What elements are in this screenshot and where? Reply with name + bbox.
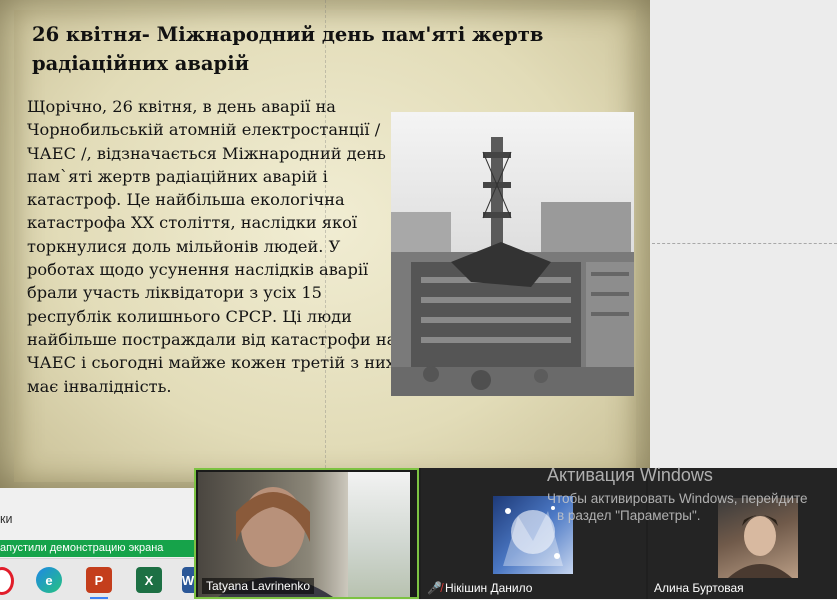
participant-name-label: Tatyana Lavrinenko — [202, 578, 315, 594]
screen-share-notification[interactable]: апустили демонстрацию экрана — [0, 540, 194, 557]
slide-title[interactable]: 26 квітня- Міжнародний день пам'яті жерт… — [32, 20, 592, 78]
slide-body-text[interactable]: Щорічно, 26 квітня, в день аварії на Чор… — [27, 95, 399, 398]
muted-microphone-icon: 🎤̸ — [427, 581, 442, 595]
participant-name-label: 🎤̸ Нікішин Данило — [427, 581, 532, 595]
powerpoint-icon[interactable]: P — [86, 567, 112, 593]
windows-activation-line1: Чтобы активировать Windows, перейдите — [547, 491, 808, 506]
participant-tile-active-speaker[interactable]: Tatyana Lavrinenko — [194, 468, 419, 599]
participant-name: Нікішин Данило — [444, 581, 533, 595]
participant-name: Алина Буртовая — [654, 581, 744, 595]
alignment-guide — [652, 243, 837, 244]
windows-activation-title: Активация Windows — [547, 465, 713, 485]
windows-taskbar: e P X W — [0, 558, 194, 600]
search-fragment: ки — [0, 512, 13, 526]
chernobyl-photo-graphic — [391, 112, 634, 396]
participant-name: Tatyana Lavrinenko — [202, 578, 315, 594]
opera-icon[interactable] — [0, 567, 14, 595]
chernobyl-photo[interactable] — [391, 112, 634, 396]
powerpoint-icon-label: P — [94, 572, 104, 588]
word-icon-label: W — [182, 572, 194, 588]
windows-activation-watermark: Активация Windows Чтобы активировать Win… — [547, 464, 837, 524]
edge-icon-label: e — [45, 572, 53, 588]
participant-name-label: Алина Буртовая — [654, 581, 744, 595]
editor-canvas-background — [650, 0, 837, 470]
windows-activation-line2: в раздел "Параметры". — [557, 508, 701, 523]
word-icon[interactable]: W — [182, 567, 194, 593]
edge-icon[interactable]: e — [36, 567, 62, 593]
excel-icon-label: X — [144, 572, 154, 588]
excel-icon[interactable]: X — [136, 567, 162, 593]
presentation-slide[interactable]: 26 квітня- Міжнародний день пам'яті жерт… — [0, 0, 650, 488]
